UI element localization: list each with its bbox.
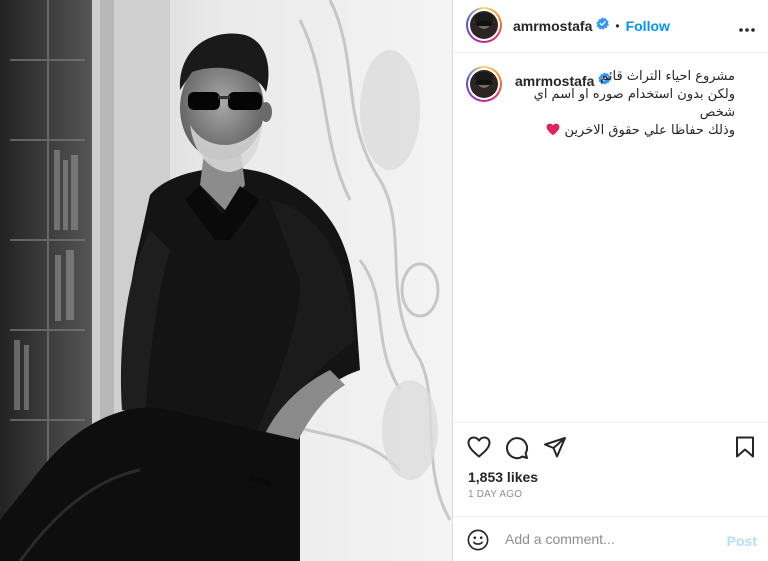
caption-area: amrmostafa مشروع احياء التراث قائم ولكن …: [453, 54, 768, 422]
post-side-panel: amrmostafa • Follow amrmostafa مشروع احي…: [452, 0, 768, 561]
comment-input[interactable]: [505, 528, 715, 550]
caption-line: مشروع احياء التراث قائم: [600, 69, 735, 84]
post-comment-button[interactable]: Post: [727, 533, 757, 549]
paper-plane-icon[interactable]: [543, 436, 567, 463]
bookmark-icon[interactable]: [735, 436, 755, 463]
comment-bubble-icon[interactable]: [505, 436, 529, 465]
more-options-icon[interactable]: [739, 19, 755, 37]
post-timestamp[interactable]: 1 DAY AGO: [468, 489, 522, 500]
header-username[interactable]: amrmostafa: [513, 18, 592, 34]
smiley-icon[interactable]: [467, 529, 489, 556]
caption-text: مشروع احياء التراث قائم ولكن بدون استخدا…: [467, 68, 735, 142]
caption-line: وذلك حفاظا علي حقوق الاخرين: [564, 123, 735, 138]
post-actions: 1,853 likes 1 DAY AGO: [453, 422, 768, 516]
separator-dot: •: [615, 19, 620, 33]
avatar-image: [470, 11, 498, 39]
caption-line: شخص: [699, 105, 735, 120]
caption-line: ولكن بدون استخدام صوره او اسم اي: [533, 87, 735, 102]
avatar[interactable]: [466, 7, 502, 43]
red-heart-emoji: [546, 123, 560, 142]
follow-button[interactable]: Follow: [626, 18, 670, 34]
post-header: amrmostafa • Follow: [453, 0, 768, 53]
instagram-post: amrmostafa • Follow amrmostafa مشروع احي…: [0, 0, 768, 561]
add-comment-bar: Post: [453, 516, 768, 561]
likes-count[interactable]: 1,853 likes: [468, 469, 538, 485]
photo-grayscale-portrait: [0, 0, 452, 561]
heart-outline-icon[interactable]: [467, 436, 491, 463]
post-photo[interactable]: [0, 0, 452, 561]
verified-badge-icon: [596, 17, 610, 35]
